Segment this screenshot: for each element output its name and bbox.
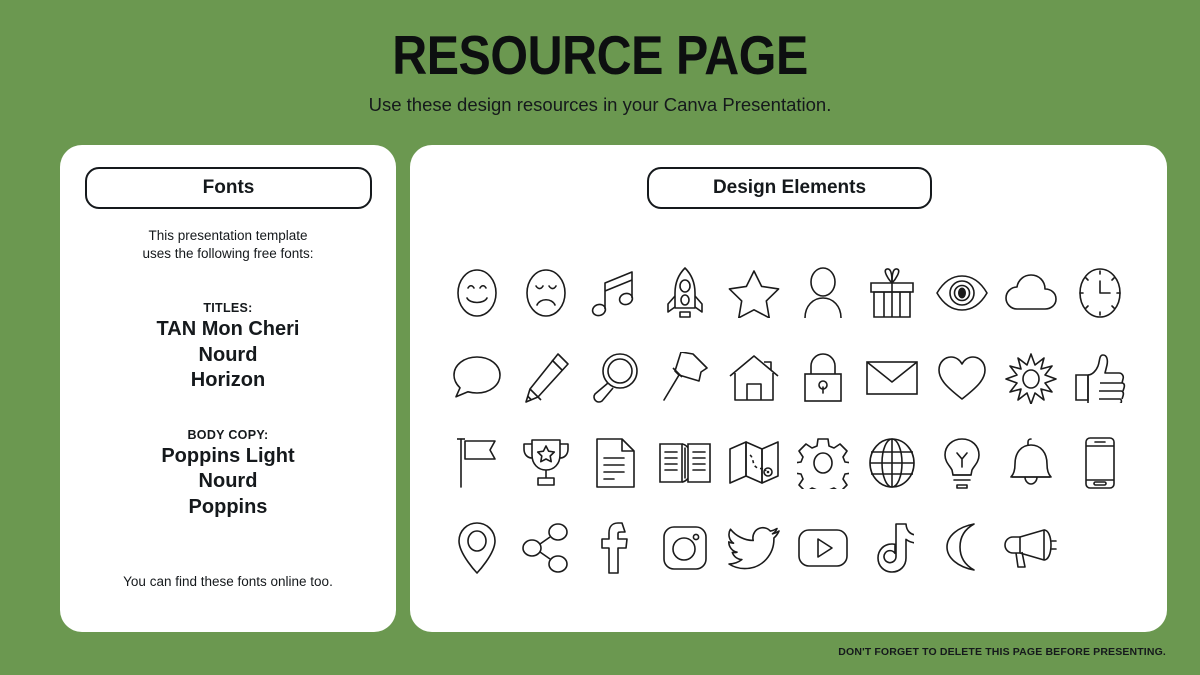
sad-face-icon[interactable] (518, 265, 574, 321)
body-font-3: Poppins (188, 495, 268, 518)
share-icon[interactable] (518, 520, 574, 576)
magnifier-icon[interactable] (587, 350, 643, 406)
titles-font-1: TAN Mon Cheri (156, 318, 300, 340)
fonts-card: Fonts This presentation template uses th… (60, 145, 396, 632)
slide-canvas: RESOURCE PAGE Use these design resources… (0, 0, 1200, 675)
lightbulb-icon[interactable] (934, 435, 990, 491)
clock-icon[interactable] (1072, 265, 1128, 321)
fonts-pill-heading: Fonts (85, 167, 372, 209)
body-font-group: BODY COPY: Poppins Light Nourd Poppins (60, 426, 396, 521)
fonts-intro-line-1: This presentation template (148, 228, 308, 243)
fonts-card-body: This presentation template uses the foll… (60, 227, 396, 520)
speech-bubble-icon[interactable] (449, 350, 505, 406)
megaphone-icon[interactable] (1003, 520, 1059, 576)
design-elements-card: Design Elements (410, 145, 1167, 632)
twitter-icon[interactable] (726, 520, 782, 576)
map-icon[interactable] (726, 435, 782, 491)
titles-font-2: Nourd (198, 343, 258, 366)
lock-icon[interactable] (795, 350, 851, 406)
heart-icon[interactable] (934, 350, 990, 406)
fonts-footnote: You can find these fonts online too. (123, 574, 333, 589)
facebook-icon[interactable] (587, 520, 643, 576)
fonts-intro: This presentation template uses the foll… (90, 227, 366, 263)
gear-icon[interactable] (795, 435, 851, 491)
titles-font-3: Horizon (190, 369, 266, 391)
document-icon[interactable] (587, 435, 643, 491)
eye-icon[interactable] (934, 265, 990, 321)
phone-icon[interactable] (1072, 435, 1128, 491)
globe-icon[interactable] (864, 435, 920, 491)
person-icon[interactable] (795, 265, 851, 321)
titles-font-group: TITLES: TAN Mon Cheri Nourd Horizon (60, 299, 396, 394)
page-title: RESOURCE PAGE (392, 24, 808, 86)
house-icon[interactable] (726, 350, 782, 406)
design-elements-pill-heading: Design Elements (647, 167, 932, 209)
body-copy-label: BODY COPY: (187, 427, 269, 442)
thumbs-up-icon[interactable] (1072, 350, 1128, 406)
trophy-icon[interactable] (518, 435, 574, 491)
fonts-pill-label: Fonts (202, 177, 255, 198)
instagram-icon[interactable] (657, 520, 713, 576)
flag-icon[interactable] (449, 435, 505, 491)
bell-icon[interactable] (1003, 435, 1059, 491)
icon-grid (442, 250, 1135, 590)
pencil-icon[interactable] (518, 350, 574, 406)
moon-icon[interactable] (934, 520, 990, 576)
fonts-intro-line-2: uses the following free fonts: (142, 246, 314, 261)
location-pin-icon[interactable] (449, 520, 505, 576)
smiley-face-icon[interactable] (449, 265, 505, 321)
page-subtitle: Use these design resources in your Canva… (368, 94, 832, 115)
titles-label: TITLES: (203, 301, 253, 315)
pushpin-icon[interactable] (657, 350, 713, 406)
rocket-icon[interactable] (657, 265, 713, 321)
body-font-1: Poppins Light (161, 444, 295, 467)
tiktok-icon[interactable] (864, 520, 920, 576)
cloud-icon[interactable] (1003, 265, 1059, 321)
star-icon[interactable] (726, 265, 782, 321)
gift-icon[interactable] (864, 265, 920, 321)
body-font-2: Nourd (198, 470, 258, 492)
open-book-icon[interactable] (657, 435, 713, 491)
design-elements-pill-label: Design Elements (712, 177, 867, 198)
music-note-icon[interactable] (587, 265, 643, 321)
youtube-icon[interactable] (795, 520, 851, 576)
envelope-icon[interactable] (864, 350, 920, 406)
footer-note: DON'T FORGET TO DELETE THIS PAGE BEFORE … (838, 646, 1166, 658)
sun-icon[interactable] (1003, 350, 1059, 406)
